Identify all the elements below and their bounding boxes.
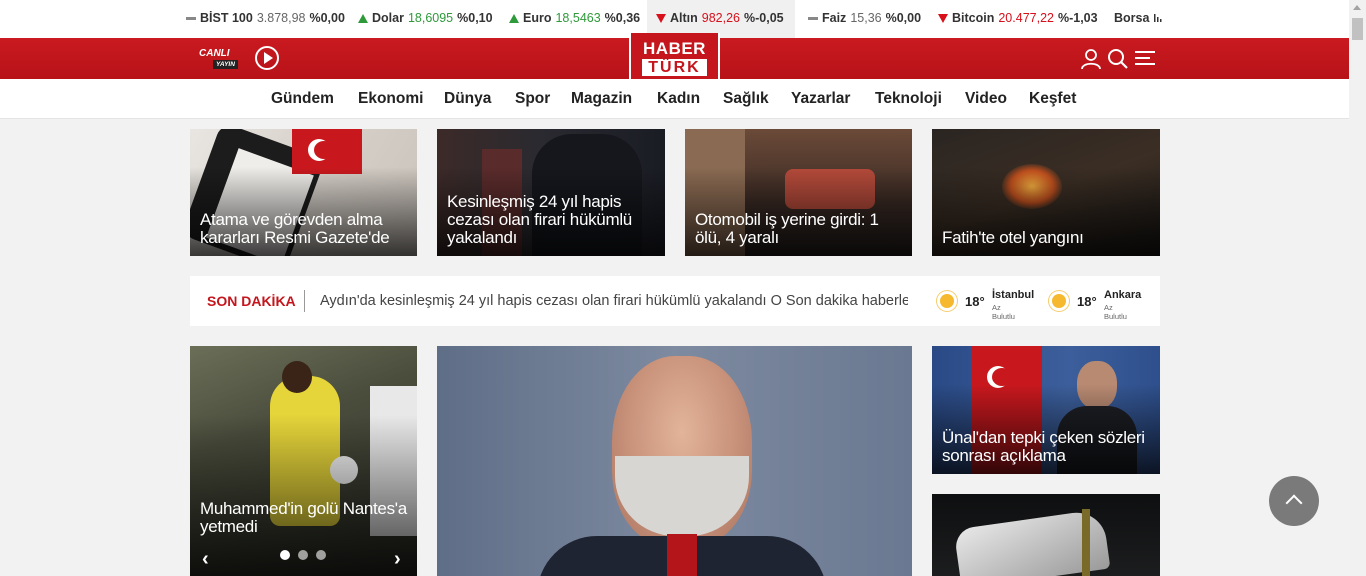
chevron-right-icon[interactable]: ›: [394, 548, 401, 571]
live-sublabel: YAYIN: [213, 60, 238, 69]
ticker-change: %0,36: [604, 11, 641, 25]
ticker-change: %0,10: [457, 11, 493, 25]
story-caption: Otomobil iş yerine girdi: 1 ölü, 4 yaral…: [695, 210, 879, 247]
ticker-label: Euro: [523, 11, 552, 25]
ticker-value: 20.477,22: [998, 11, 1054, 25]
ticker-label: Dolar: [372, 11, 404, 25]
play-icon[interactable]: [255, 46, 279, 70]
story-card[interactable]: [932, 494, 1160, 576]
down-arrow-icon: [938, 13, 948, 23]
menu-icon[interactable]: [1134, 48, 1156, 70]
main-nav: Gündem Ekonomi Dünya Spor Magazin Kadın …: [0, 79, 1349, 119]
story-image: [932, 494, 1160, 576]
breaking-text[interactable]: Aydın'da kesinleşmiş 24 yıl hapis cezası…: [320, 293, 908, 309]
ticker-item-faiz[interactable]: Faiz 15,36 %0,00: [808, 11, 921, 25]
nav-item-teknoloji[interactable]: Teknoloji: [875, 90, 942, 108]
search-icon[interactable]: [1107, 48, 1129, 70]
story-caption: Atama ve görevden alma kararları Resmi G…: [200, 210, 390, 247]
nav-item-ekonomi[interactable]: Ekonomi: [358, 90, 423, 108]
logo-top: HABER: [643, 39, 706, 58]
ticker-item-altin[interactable]: Altın 982,26 %-0,05: [656, 11, 784, 25]
slider-dot[interactable]: [280, 550, 290, 560]
headline-image: [437, 346, 912, 576]
nav-item-saglik[interactable]: Sağlık: [723, 90, 769, 108]
page-scrollbar[interactable]: [1349, 0, 1366, 576]
ticker-change: %0,00: [885, 11, 922, 25]
story-card[interactable]: Atama ve görevden alma kararları Resmi G…: [190, 129, 417, 256]
down-arrow-icon: [656, 13, 666, 23]
nav-item-kadin[interactable]: Kadın: [657, 90, 700, 108]
nav-item-spor[interactable]: Spor: [515, 90, 550, 108]
nav-item-magazin[interactable]: Magazin: [571, 90, 632, 108]
slider-dots: [280, 550, 326, 560]
nav-item-gundem[interactable]: Gündem: [271, 90, 334, 108]
ticker-item-bitcoin[interactable]: Bitcoin 20.477,22 %-1,03: [938, 11, 1098, 25]
ticker-item-dolar[interactable]: Dolar 18,6095 %0,10: [358, 11, 493, 25]
weather-city: Ankara: [1104, 289, 1142, 301]
slider-caption: Muhammed'in golü Nantes'a yetmedi: [200, 499, 407, 536]
story-card[interactable]: Otomobil iş yerine girdi: 1 ölü, 4 yaral…: [685, 129, 912, 256]
flat-indicator-icon: [808, 16, 818, 20]
ticker-item-borsa[interactable]: Borsa: [1114, 11, 1163, 25]
nav-item-dunya[interactable]: Dünya: [444, 90, 491, 108]
logo-bottom: TÜRK: [642, 59, 707, 76]
ticker-item-euro[interactable]: Euro 18,5463 %0,36: [509, 11, 640, 25]
nav-item-yazarlar[interactable]: Yazarlar: [791, 90, 850, 108]
up-arrow-icon: [509, 13, 519, 23]
user-icon[interactable]: [1080, 48, 1102, 70]
ticker-value: 15,36: [850, 11, 882, 25]
divider: [304, 290, 305, 312]
ticker-value: 3.878,98: [256, 11, 306, 25]
story-card[interactable]: Kesinleşmiş 24 yıl hapis cezası olan fir…: [437, 129, 665, 256]
weather-city: İstanbul: [992, 289, 1035, 301]
up-arrow-icon: [358, 13, 368, 23]
story-caption: Kesinleşmiş 24 yıl hapis cezası olan fir…: [447, 192, 632, 247]
ticker-value: 982,26: [701, 11, 741, 25]
story-card[interactable]: Fatih'te otel yangını: [932, 129, 1160, 256]
ticker-label: BİST 100: [200, 11, 253, 25]
ticker-value: 18,6095: [407, 11, 454, 25]
ticker-change: %0,00: [309, 11, 345, 25]
flat-indicator-icon: [186, 16, 196, 20]
partly-cloudy-icon: [940, 294, 954, 308]
story-caption: Fatih'te otel yangını: [942, 228, 1084, 247]
weather-temp: 18°: [1077, 294, 1097, 309]
chevron-left-icon[interactable]: ‹: [202, 548, 209, 571]
nav-item-video[interactable]: Video: [965, 90, 1007, 108]
weather-condition: Az Bulutlu: [1104, 303, 1127, 321]
ticker-item-bist[interactable]: BİST 100 3.878,98 %0,00: [186, 11, 345, 25]
ticker-label: Bitcoin: [952, 11, 995, 25]
slider-dot[interactable]: [316, 550, 326, 560]
story-card[interactable]: Ünal'dan tepki çeken sözleri sonrası açı…: [932, 346, 1160, 474]
story-caption: Ünal'dan tepki çeken sözleri sonrası açı…: [942, 428, 1145, 465]
scrollbar-thumb[interactable]: [1352, 18, 1363, 40]
ticker-label: Borsa: [1114, 11, 1150, 25]
scroll-up-arrow-icon[interactable]: [1353, 5, 1361, 10]
main-headline-card[interactable]: [437, 346, 912, 576]
ticker-label: Faiz: [822, 11, 847, 25]
weather-temp: 18°: [965, 294, 985, 309]
ticker-value: 18,5463: [555, 11, 601, 25]
site-logo[interactable]: HABER TÜRK: [629, 33, 720, 83]
ticker-label: Altın: [670, 11, 698, 25]
breaking-label: SON DAKİKA: [207, 293, 296, 309]
live-label: CANLI: [199, 48, 230, 59]
live-broadcast-link[interactable]: CANLI YAYIN: [197, 47, 243, 71]
nav-item-kesfet[interactable]: Keşfet: [1029, 90, 1076, 108]
weather-condition: Az Bulutlu: [992, 303, 1015, 321]
bar-chart-icon: [1154, 14, 1162, 22]
breaking-news-bar: SON DAKİKA Aydın'da kesinleşmiş 24 yıl h…: [190, 276, 1160, 326]
slider-card[interactable]: Muhammed'in golü Nantes'a yetmedi: [190, 346, 417, 576]
ticker-change: %-1,03: [1057, 11, 1098, 25]
back-to-top-button[interactable]: [1269, 476, 1319, 526]
slider-dot[interactable]: [298, 550, 308, 560]
partly-cloudy-icon: [1052, 294, 1066, 308]
ticker-change: %-0,05: [744, 11, 784, 25]
